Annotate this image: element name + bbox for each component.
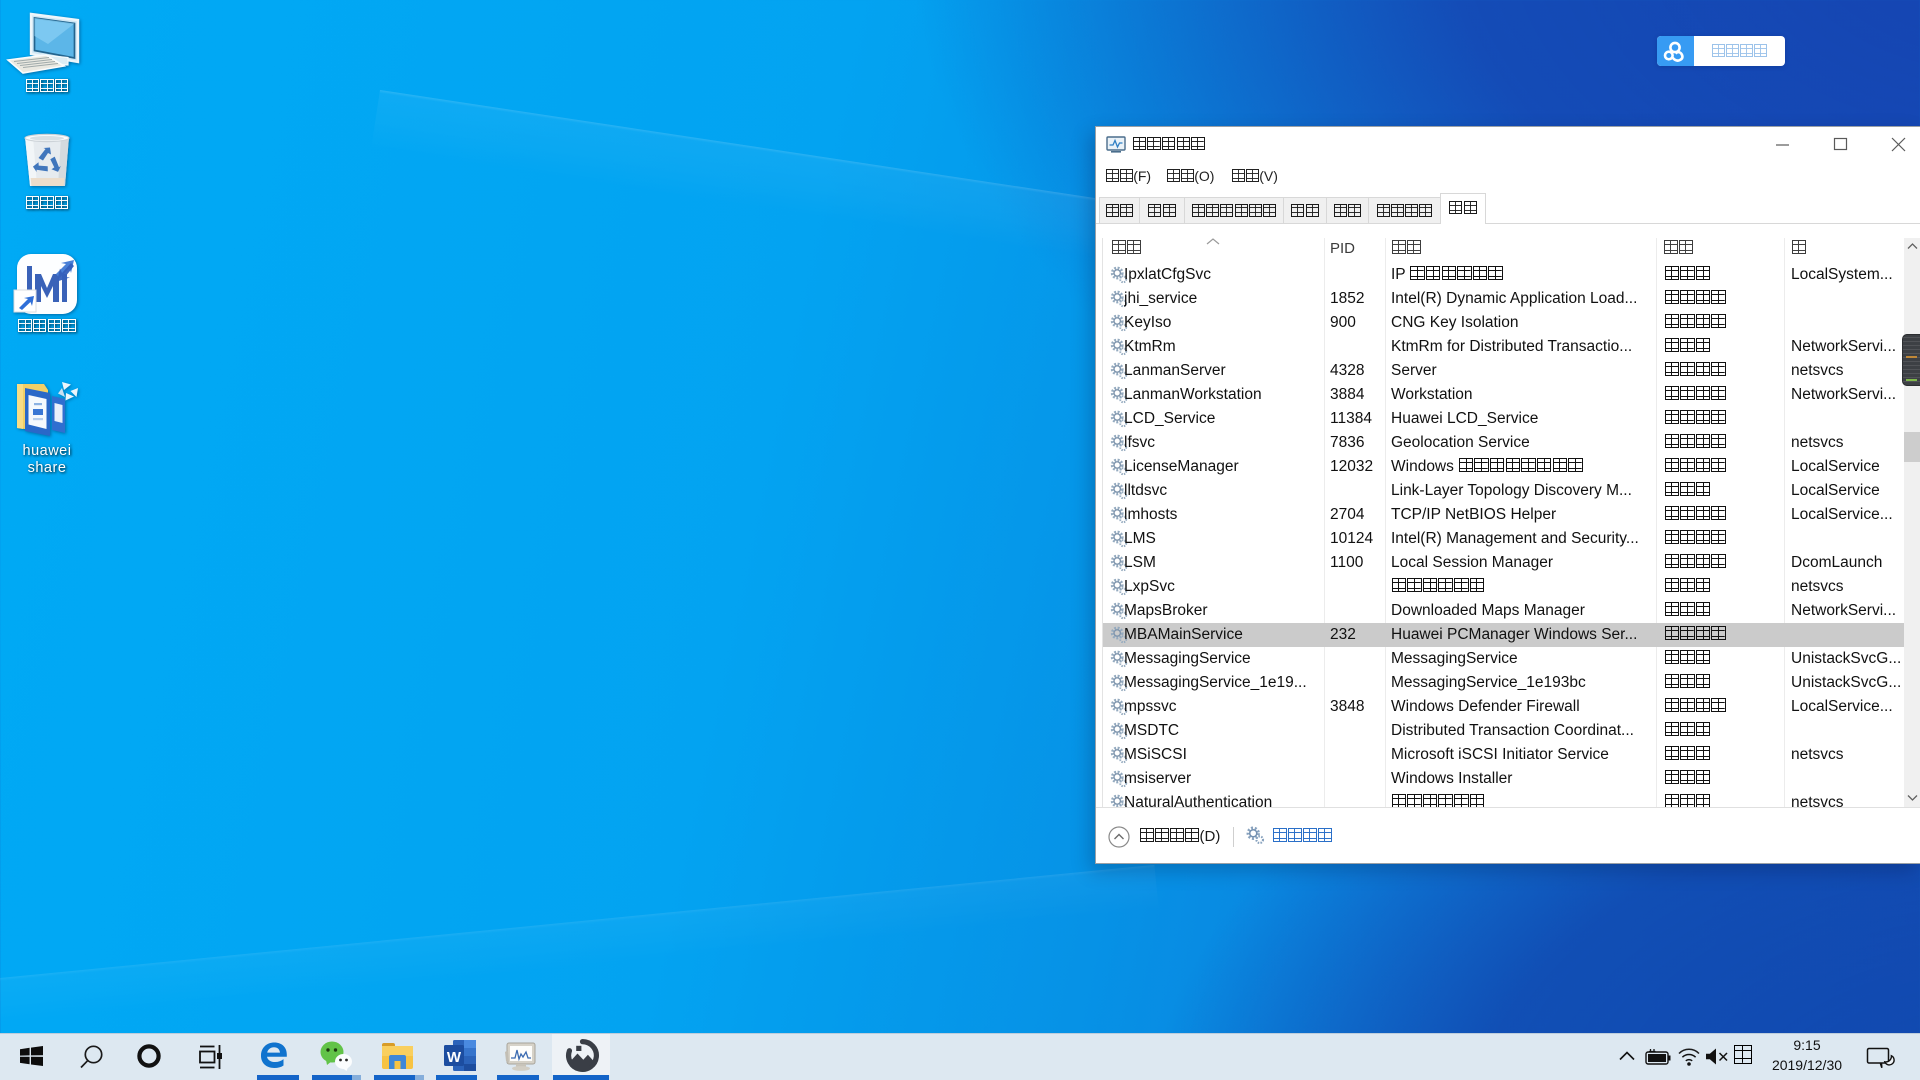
svg-text:W: W <box>447 1049 462 1066</box>
